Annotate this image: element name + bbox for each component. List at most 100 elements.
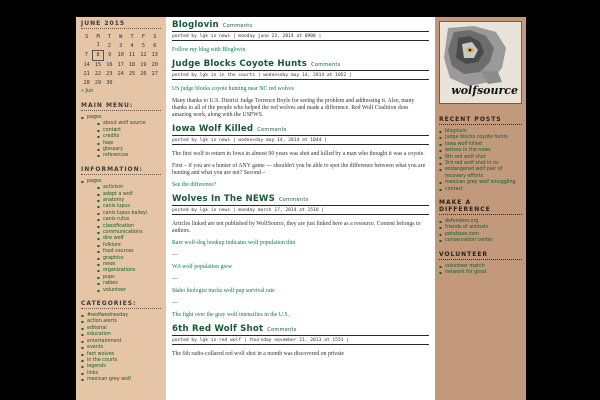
calendar-day: 10 bbox=[117, 52, 124, 59]
calendar-day: 29 bbox=[94, 79, 102, 86]
calendar-day: 8 bbox=[91, 49, 105, 61]
calendar-day: 21 bbox=[83, 70, 90, 77]
post-body: The 6th radio-collared red wolf shot in … bbox=[172, 351, 429, 358]
recent-post-link[interactable]: contact bbox=[439, 187, 522, 194]
calendar-day bbox=[149, 78, 160, 87]
calendar-day: 16 bbox=[106, 61, 113, 68]
calendar-day: 2 bbox=[107, 42, 111, 49]
post-link[interactable]: Rare wolf-dog hookup indicates wolf popu… bbox=[172, 240, 429, 247]
calendar-week-row: 7 8 9 10 11 12 13 bbox=[81, 49, 161, 61]
calendar-weekday: F bbox=[141, 34, 145, 40]
calendar-day: 5 bbox=[141, 42, 145, 49]
post-body: US judge blocks coyote hunting near NC r… bbox=[172, 86, 429, 119]
logo-text: wolfsource bbox=[451, 84, 518, 97]
post-link[interactable]: US judge blocks coyote hunting near NC r… bbox=[172, 86, 429, 93]
calendar-day: 24 bbox=[117, 70, 124, 77]
main-menu-pages-label: pages bbox=[87, 114, 102, 120]
post-paragraph: The first wolf to return to Iowa in almo… bbox=[172, 151, 425, 157]
post-paragraph: — bbox=[172, 252, 178, 258]
post-title-link[interactable]: Wolves In The NEWS bbox=[172, 194, 275, 204]
calendar-widget: June 2015 S M T W T F S 1 2 3 4 5 6 7 8 9 10 11 12 1… bbox=[81, 20, 161, 96]
calendar-day: 7 bbox=[84, 52, 88, 59]
calendar-day: 22 bbox=[94, 70, 102, 77]
calendar-day: 17 bbox=[117, 61, 124, 68]
calendar-weekday: M bbox=[96, 34, 100, 40]
calendar-day: 14 bbox=[83, 61, 90, 68]
post-body: The first wolf to return to Iowa in almo… bbox=[172, 151, 429, 189]
post-link[interactable]: See the difference? bbox=[172, 182, 429, 189]
calendar-day bbox=[126, 78, 137, 87]
recent-posts-title: Recent Posts bbox=[439, 116, 522, 125]
volunteer-title: Volunteer bbox=[439, 251, 522, 260]
post-title-row: Judge Blocks Coyote Hunts Comments bbox=[172, 59, 429, 69]
calendar-day: 1 bbox=[96, 42, 100, 49]
calendar-weekday: T bbox=[130, 34, 134, 40]
calendar-week-row: 28 29 30 bbox=[81, 78, 161, 87]
left-sidebar: June 2015 S M T W T F S 1 2 3 4 5 6 7 8 9 10 11 12 1… bbox=[76, 17, 166, 400]
wolfsource-logo[interactable]: wolfsource bbox=[439, 21, 522, 104]
volunteer-link[interactable]: network for good bbox=[439, 270, 522, 277]
information-link[interactable]: volunteer bbox=[97, 288, 161, 295]
volunteer: Volunteer volunteer matchnetwork for goo… bbox=[439, 251, 522, 277]
post-comments-link[interactable]: Comments bbox=[279, 197, 309, 203]
calendar-day: 12 bbox=[140, 52, 147, 59]
post-title-row: Wolves In The NEWS Comments bbox=[172, 194, 429, 204]
calendar-title: June 2015 bbox=[81, 20, 161, 29]
calendar-prev-link[interactable]: « Jun bbox=[81, 87, 161, 96]
blog-post: Iowa Wolf Killed Comments posted by lgk in… bbox=[172, 124, 429, 189]
main-menu-title: Main Menu: bbox=[81, 102, 161, 111]
post-title-row: Bloglovin Comments bbox=[172, 20, 429, 30]
make-difference-link[interactable]: conservation center bbox=[439, 238, 522, 245]
calendar-day: 26 bbox=[140, 70, 147, 77]
main-menu-link[interactable]: references bbox=[97, 153, 161, 160]
post-comments-link[interactable]: Comments bbox=[267, 327, 297, 333]
post-title-link[interactable]: Judge Blocks Coyote Hunts bbox=[172, 59, 307, 69]
post-body: Follow my blog with Bloglovin bbox=[172, 47, 429, 54]
main-content: Bloglovin Comments posted by lgk in news |… bbox=[166, 17, 435, 400]
post-link[interactable]: Follow my blog with Bloglovin bbox=[172, 47, 429, 54]
calendar-week-row: 21 22 23 24 25 26 27 bbox=[81, 69, 161, 78]
post-link[interactable]: WA wolf population grew bbox=[172, 264, 429, 271]
calendar-week-row: 14 15 16 17 18 19 20 bbox=[81, 60, 161, 69]
post-comments-link[interactable]: Comments bbox=[311, 62, 341, 68]
post-paragraph: — bbox=[172, 300, 178, 306]
post-title-link[interactable]: Bloglovin bbox=[172, 20, 219, 30]
post-title-link[interactable]: 6th Red Wolf Shot bbox=[172, 324, 263, 334]
blog-post: Judge Blocks Coyote Hunts Comments posted … bbox=[172, 59, 429, 119]
recent-posts: Recent Posts bloglovinjudge blocks coyot… bbox=[439, 116, 522, 193]
category-link[interactable]: mexican grey wolf bbox=[81, 377, 161, 384]
post-body: Articles linked are not published by Wol… bbox=[172, 221, 429, 319]
post-link[interactable]: The fight over the gray wolf intensifies… bbox=[172, 312, 429, 319]
information-pages-label: pages bbox=[87, 178, 102, 184]
calendar-day bbox=[81, 41, 92, 50]
post-meta: posted by lgk in news | monday march 17,… bbox=[172, 205, 429, 215]
calendar-day: 20 bbox=[151, 61, 158, 68]
calendar-day: 6 bbox=[153, 42, 157, 49]
information-menu: Information: pages activismadopt a wolfa… bbox=[81, 166, 161, 294]
calendar-day: 18 bbox=[128, 61, 136, 68]
recent-post-link[interactable]: endangered wolf pair of recovery efforts bbox=[439, 167, 522, 180]
make-difference: Make a Difference defenders.orgfriends o… bbox=[439, 199, 522, 245]
calendar-weekday: W bbox=[119, 34, 123, 40]
post-meta: posted by lgk in news | wednesday may 14… bbox=[172, 135, 429, 145]
calendar-weekday-row: S M T W T F S bbox=[81, 33, 161, 41]
post-paragraph: Many thanks to U.S. District Judge Terre… bbox=[172, 98, 415, 118]
calendar-day bbox=[138, 78, 149, 87]
post-comments-link[interactable]: Comments bbox=[257, 127, 287, 133]
post-title-link[interactable]: Iowa Wolf Killed bbox=[172, 124, 253, 134]
post-meta: posted by lgk in news | monday june 23, … bbox=[172, 31, 429, 41]
information-pages-item: pages activismadopt a wolfanatomycanis l… bbox=[81, 178, 161, 295]
post-paragraph: First – if you are a hunter of ANY game … bbox=[172, 163, 426, 176]
post-comments-link[interactable]: Comments bbox=[223, 23, 253, 29]
post-link[interactable]: Idaho biologist tracks wolf pup survival… bbox=[172, 288, 429, 295]
calendar-day: 19 bbox=[140, 61, 147, 68]
calendar-day: 4 bbox=[130, 42, 134, 49]
post-paragraph: Articles linked are not published by Wol… bbox=[172, 221, 421, 234]
calendar-day: 15 bbox=[94, 61, 102, 68]
categories-title: Categories: bbox=[81, 300, 161, 310]
blog-post: 6th Red Wolf Shot Comments posted by lgk i… bbox=[172, 324, 429, 358]
calendar-day: 11 bbox=[128, 52, 136, 59]
calendar-day: 28 bbox=[83, 79, 90, 86]
post-meta: posted by lgk in red wolf | thursday nov… bbox=[172, 335, 429, 345]
main-menu: Main Menu: pages about wolf sourcecontac… bbox=[81, 102, 161, 160]
